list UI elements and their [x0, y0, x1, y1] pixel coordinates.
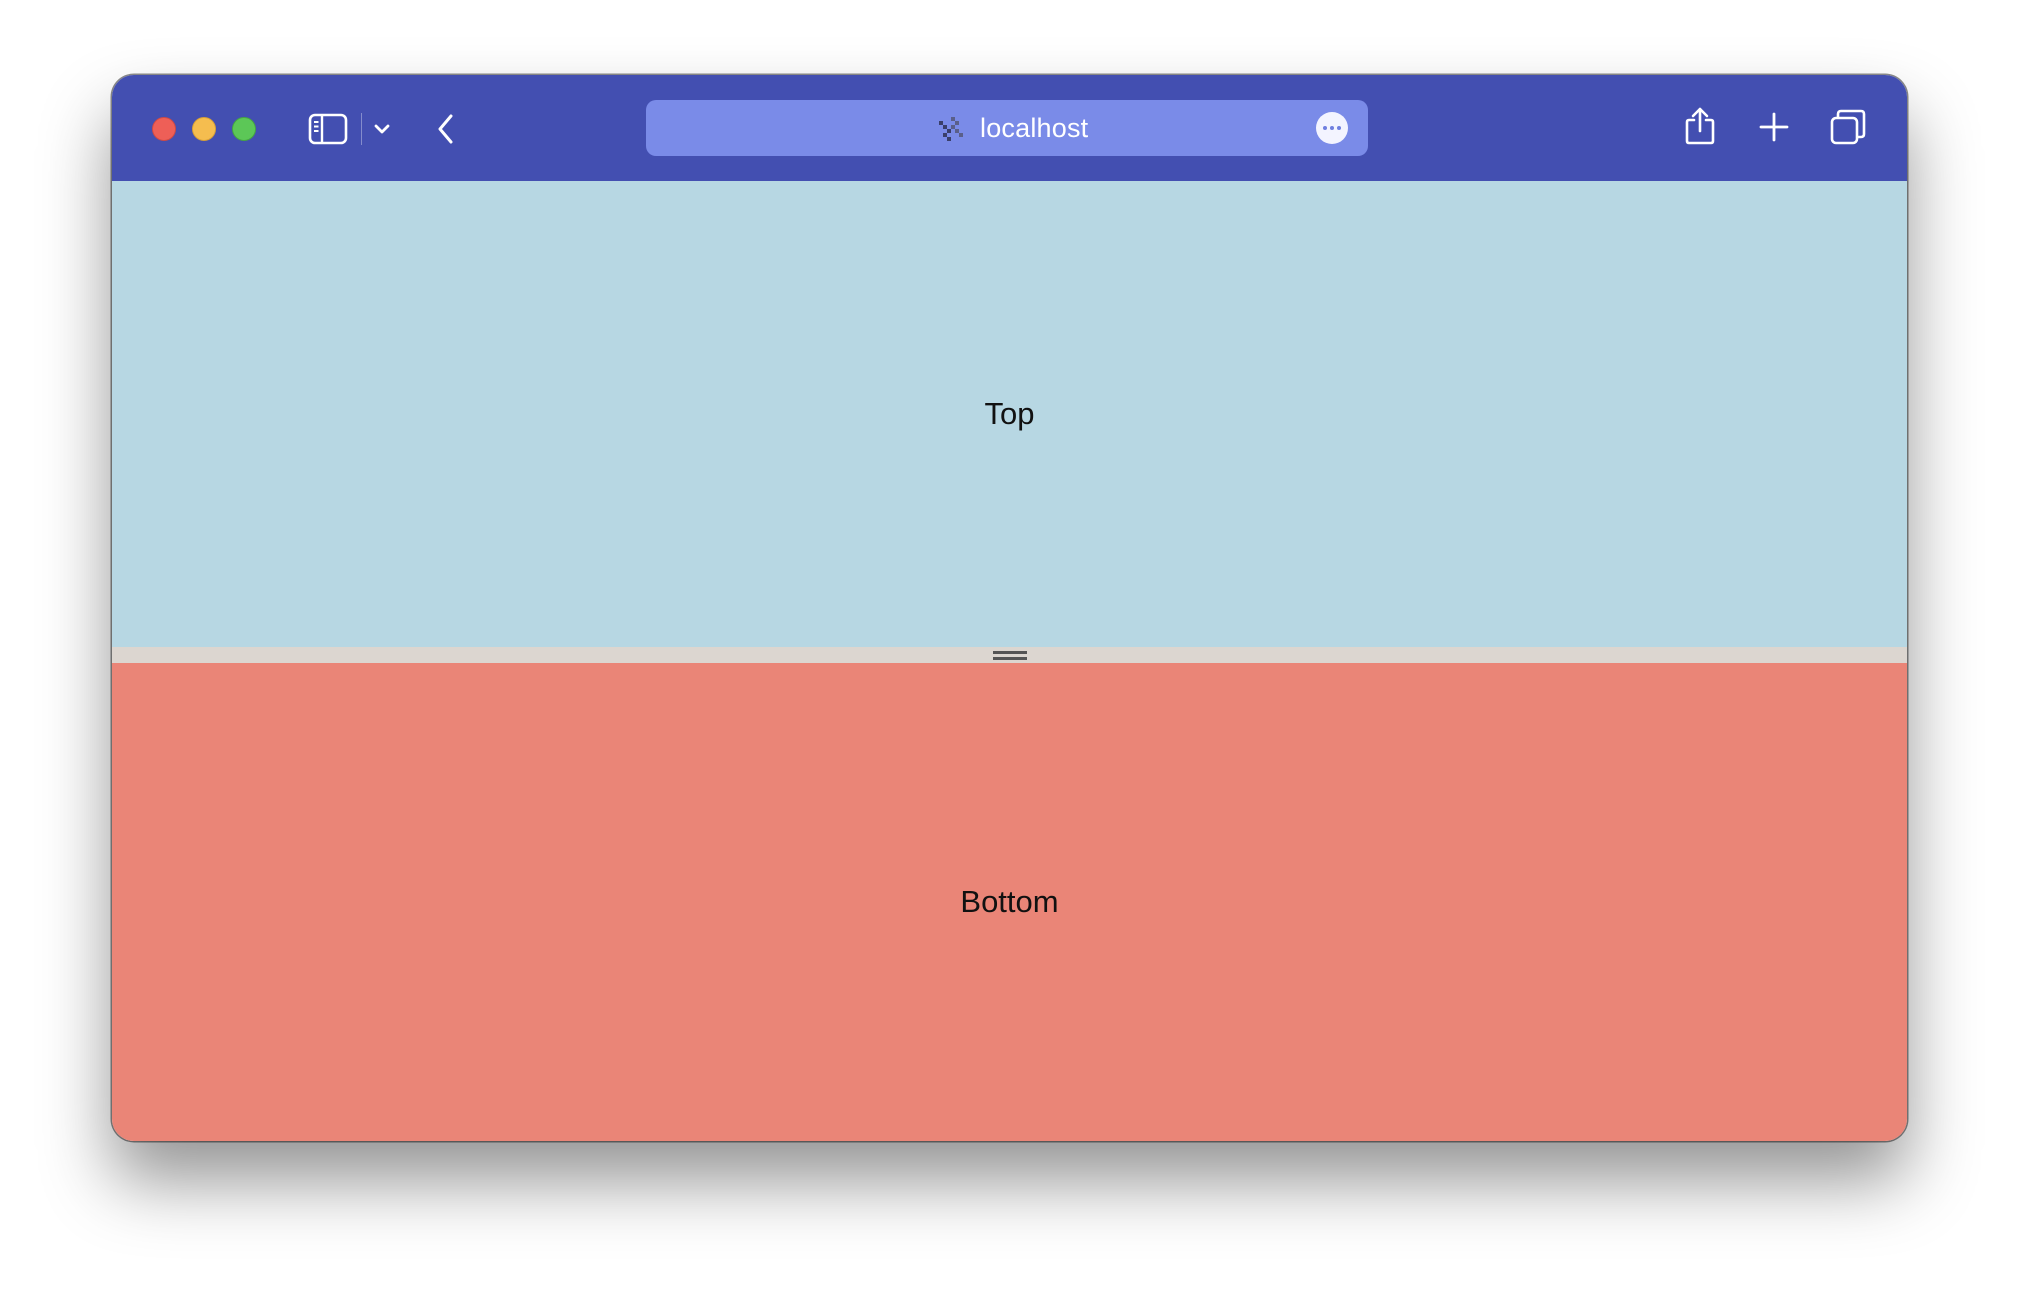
pane-splitter[interactable]: [112, 647, 1907, 663]
tab-overview-button[interactable]: [1828, 107, 1868, 147]
page-content: Top Bottom: [112, 181, 1907, 1141]
browser-window: localhost Top Bottom: [112, 75, 1907, 1141]
sidebar-toggle-button[interactable]: [306, 109, 350, 149]
chevron-down-icon: [374, 124, 390, 134]
sidebar-icon: [308, 113, 348, 145]
tabs-overview-icon: [1830, 109, 1866, 145]
sidebar-menu-button[interactable]: [368, 115, 396, 143]
share-button[interactable]: [1680, 103, 1720, 149]
top-pane: Top: [112, 181, 1907, 647]
page-menu-button[interactable]: [1316, 112, 1348, 144]
top-pane-label: Top: [984, 396, 1035, 431]
back-button[interactable]: [428, 109, 464, 149]
site-favicon-icon: [939, 117, 963, 141]
address-bar[interactable]: localhost: [646, 100, 1368, 156]
ellipsis-icon-dot: [1330, 126, 1334, 130]
bottom-pane: Bottom: [112, 663, 1907, 1141]
address-text: localhost: [980, 113, 1089, 143]
close-window-button[interactable]: [152, 117, 176, 141]
drag-handle-icon[interactable]: [992, 651, 1027, 661]
toolbar-divider: [361, 113, 362, 145]
minimize-window-button[interactable]: [192, 117, 216, 141]
zoom-window-button[interactable]: [232, 117, 256, 141]
browser-toolbar: localhost: [112, 75, 1907, 181]
new-tab-button[interactable]: [1754, 107, 1794, 147]
chevron-left-icon: [438, 114, 453, 144]
bottom-pane-label: Bottom: [960, 884, 1059, 919]
ellipsis-icon-dot: [1337, 126, 1341, 130]
plus-icon: [1759, 112, 1789, 142]
ellipsis-icon: [1323, 126, 1327, 130]
share-icon: [1685, 107, 1715, 145]
